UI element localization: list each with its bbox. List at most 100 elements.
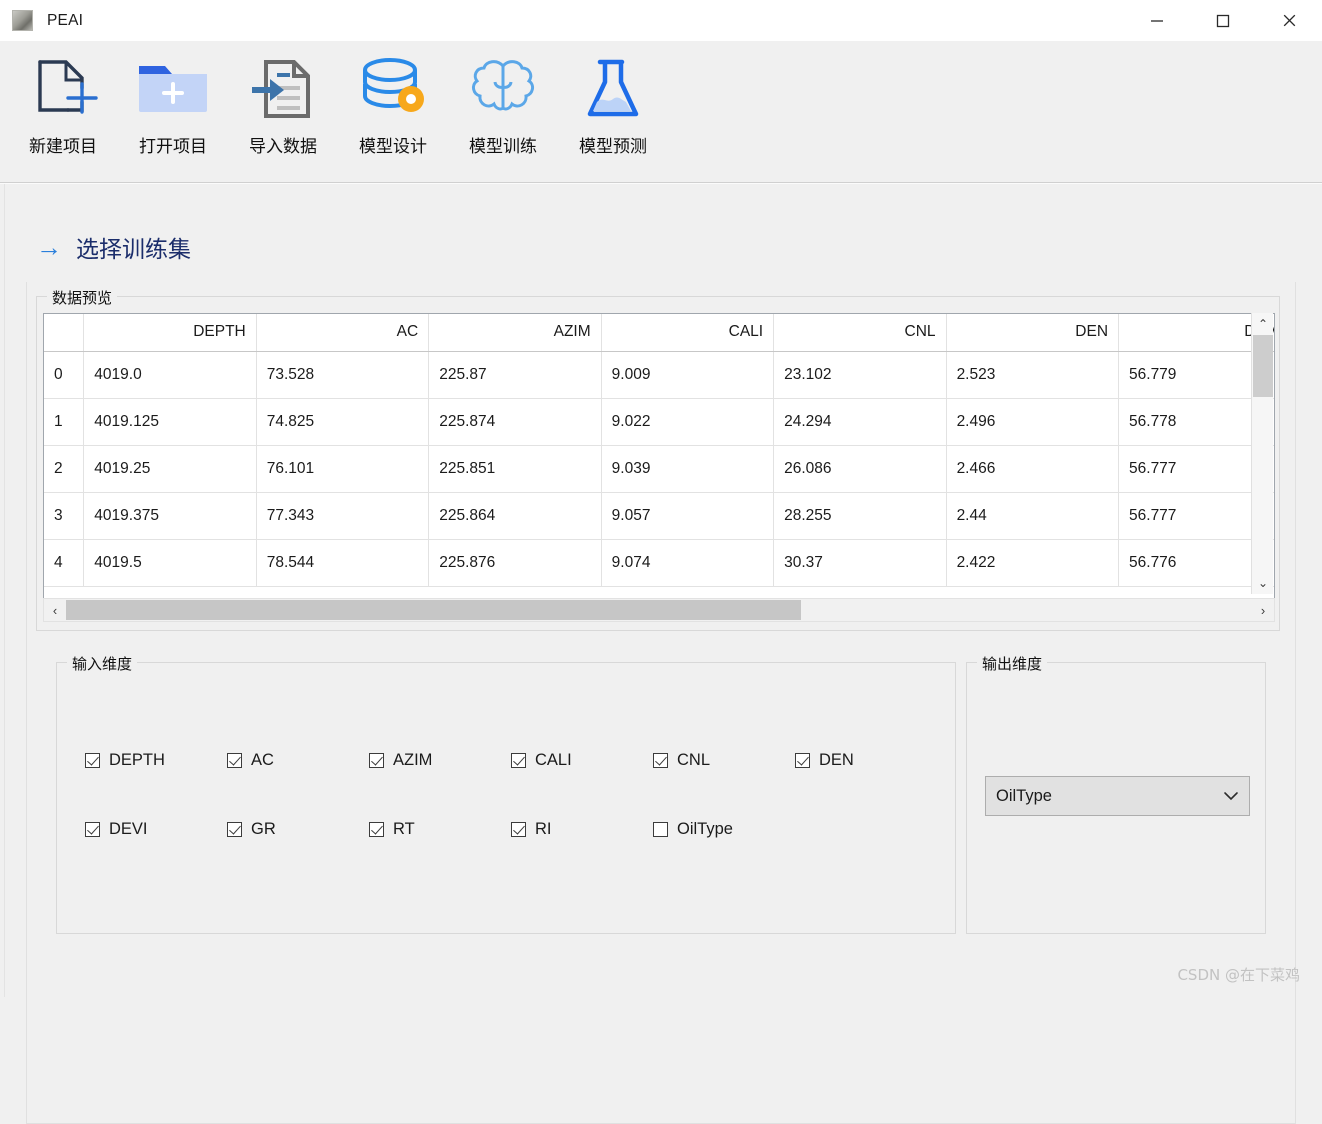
maximize-icon xyxy=(1216,14,1230,27)
column-header[interactable]: DEPTH xyxy=(83,314,257,352)
vertical-scroll-track[interactable] xyxy=(1252,335,1273,572)
table-cell[interactable]: 78.544 xyxy=(256,539,430,587)
maximize-button[interactable] xyxy=(1190,0,1256,41)
table-row[interactable]: 2 4019.25 76.101 225.851 9.039 26.086 2.… xyxy=(44,445,1274,493)
column-header[interactable]: CALI xyxy=(601,314,775,352)
scroll-right-button[interactable]: › xyxy=(1252,599,1274,621)
table-cell[interactable]: 2.466 xyxy=(946,445,1120,493)
column-header[interactable]: AC xyxy=(256,314,430,352)
toolbar-open-project-label: 打开项目 xyxy=(139,137,207,157)
table-cell[interactable]: 9.022 xyxy=(601,398,775,446)
checkbox-checked-icon[interactable] xyxy=(795,753,810,768)
table-cell[interactable]: 2.496 xyxy=(946,398,1120,446)
table-cell[interactable]: 4019.0 xyxy=(83,351,257,399)
table-cell[interactable]: 9.039 xyxy=(601,445,775,493)
checkbox-gr[interactable]: GR xyxy=(227,820,369,839)
checkbox-label: CNL xyxy=(677,751,711,769)
table-row[interactable]: 4 4019.5 78.544 225.876 9.074 30.37 2.42… xyxy=(44,539,1274,587)
checkbox-cali[interactable]: CALI xyxy=(511,751,653,770)
checkbox-checked-icon[interactable] xyxy=(227,822,242,837)
table-cell[interactable]: 4019.25 xyxy=(83,445,257,493)
table-cell[interactable]: 2.422 xyxy=(946,539,1120,587)
checkbox-checked-icon[interactable] xyxy=(227,753,242,768)
table-cell[interactable]: 225.851 xyxy=(428,445,602,493)
output-dimension-select[interactable]: OilType xyxy=(985,776,1250,816)
toolbar-open-project[interactable]: 打开项目 xyxy=(118,41,228,157)
window-title: PEAI xyxy=(47,11,84,29)
table-cell[interactable]: 2.44 xyxy=(946,492,1120,540)
horizontal-scroll-track[interactable] xyxy=(66,599,1252,621)
table-cell[interactable]: 9.009 xyxy=(601,351,775,399)
table-cell[interactable]: 28.255 xyxy=(773,492,947,540)
table-row[interactable]: 1 4019.125 74.825 225.874 9.022 24.294 2… xyxy=(44,398,1274,446)
minimize-button[interactable] xyxy=(1124,0,1190,41)
checkbox-cnl[interactable]: CNL xyxy=(653,751,795,770)
table-cell[interactable]: 4019.5 xyxy=(83,539,257,587)
table-horizontal-scrollbar[interactable]: ‹ › xyxy=(43,598,1275,622)
table-cell[interactable]: 225.874 xyxy=(428,398,602,446)
table-cell[interactable]: 73.528 xyxy=(256,351,430,399)
toolbar-model-predict[interactable]: 模型预测 xyxy=(558,41,668,157)
table-cell[interactable]: 225.876 xyxy=(428,539,602,587)
toolbar-model-train[interactable]: 模型训练 xyxy=(448,41,558,157)
title-bar: PEAI xyxy=(0,0,1322,41)
table-cell[interactable]: 26.086 xyxy=(773,445,947,493)
checkbox-label: DEVI xyxy=(109,820,148,838)
table-cell[interactable]: 24.294 xyxy=(773,398,947,446)
checkbox-checked-icon[interactable] xyxy=(85,753,100,768)
table-row[interactable]: 0 4019.0 73.528 225.87 9.009 23.102 2.52… xyxy=(44,351,1274,399)
watermark: CSDN @在下菜鸡 xyxy=(1177,966,1300,984)
toolbar-import-data[interactable]: 导入数据 xyxy=(228,41,338,157)
model-design-icon xyxy=(356,50,430,128)
column-header[interactable]: DEN xyxy=(946,314,1120,352)
checkbox-checked-icon[interactable] xyxy=(653,753,668,768)
column-header[interactable]: CNL xyxy=(773,314,947,352)
checkbox-label: DEN xyxy=(819,751,854,769)
index-column-header xyxy=(44,314,85,352)
scroll-up-button[interactable]: ⌃ xyxy=(1252,313,1274,335)
checkbox-label: GR xyxy=(251,820,276,838)
close-button[interactable] xyxy=(1256,0,1322,41)
scroll-down-button[interactable]: ⌄ xyxy=(1252,572,1274,594)
checkbox-label: CALI xyxy=(535,751,572,769)
checkbox-checked-icon[interactable] xyxy=(369,753,384,768)
checkbox-depth[interactable]: DEPTH xyxy=(85,751,227,770)
toolbar-new-project[interactable]: 新建项目 xyxy=(8,41,118,157)
table-cell[interactable]: 30.37 xyxy=(773,539,947,587)
horizontal-scroll-thumb[interactable] xyxy=(66,600,802,620)
table-cell[interactable]: 225.864 xyxy=(428,492,602,540)
table-cell[interactable]: 4019.375 xyxy=(83,492,257,540)
checkbox-label: OilType xyxy=(677,820,733,838)
table-cell[interactable]: 225.87 xyxy=(428,351,602,399)
checkbox-den[interactable]: DEN xyxy=(795,751,937,770)
checkbox-devi[interactable]: DEVI xyxy=(85,820,227,839)
data-preview-table-wrapper[interactable]: DEPTH AC AZIM CALI CNL DEN DEVI G 0 4019… xyxy=(43,313,1275,614)
table-cell[interactable]: 76.101 xyxy=(256,445,430,493)
scroll-left-button[interactable]: ‹ xyxy=(44,599,66,621)
checkbox-checked-icon[interactable] xyxy=(511,753,526,768)
checkbox-ri[interactable]: RI xyxy=(511,820,653,839)
page-title: 选择训练集 xyxy=(76,237,191,263)
checkbox-azim[interactable]: AZIM xyxy=(369,751,511,770)
table-vertical-scrollbar[interactable]: ⌃ ⌄ xyxy=(1251,313,1273,594)
checkbox-oiltype[interactable]: OilType xyxy=(653,820,795,839)
checkbox-checked-icon[interactable] xyxy=(85,822,100,837)
chevron-down-icon xyxy=(1223,789,1239,804)
checkbox-unchecked-icon[interactable] xyxy=(653,822,668,837)
table-row[interactable]: 3 4019.375 77.343 225.864 9.057 28.255 2… xyxy=(44,492,1274,540)
column-header[interactable]: AZIM xyxy=(428,314,602,352)
checkbox-checked-icon[interactable] xyxy=(369,822,384,837)
checkbox-ac[interactable]: AC xyxy=(227,751,369,770)
table-cell[interactable]: 23.102 xyxy=(773,351,947,399)
vertical-scroll-thumb[interactable] xyxy=(1253,335,1273,397)
table-cell[interactable]: 2.523 xyxy=(946,351,1120,399)
table-cell[interactable]: 77.343 xyxy=(256,492,430,540)
table-cell[interactable]: 74.825 xyxy=(256,398,430,446)
checkbox-checked-icon[interactable] xyxy=(511,822,526,837)
table-cell[interactable]: 4019.125 xyxy=(83,398,257,446)
row-index: 2 xyxy=(44,445,85,493)
table-cell[interactable]: 9.074 xyxy=(601,539,775,587)
table-cell[interactable]: 9.057 xyxy=(601,492,775,540)
toolbar-model-design[interactable]: 模型设计 xyxy=(338,41,448,157)
checkbox-rt[interactable]: RT xyxy=(369,820,511,839)
